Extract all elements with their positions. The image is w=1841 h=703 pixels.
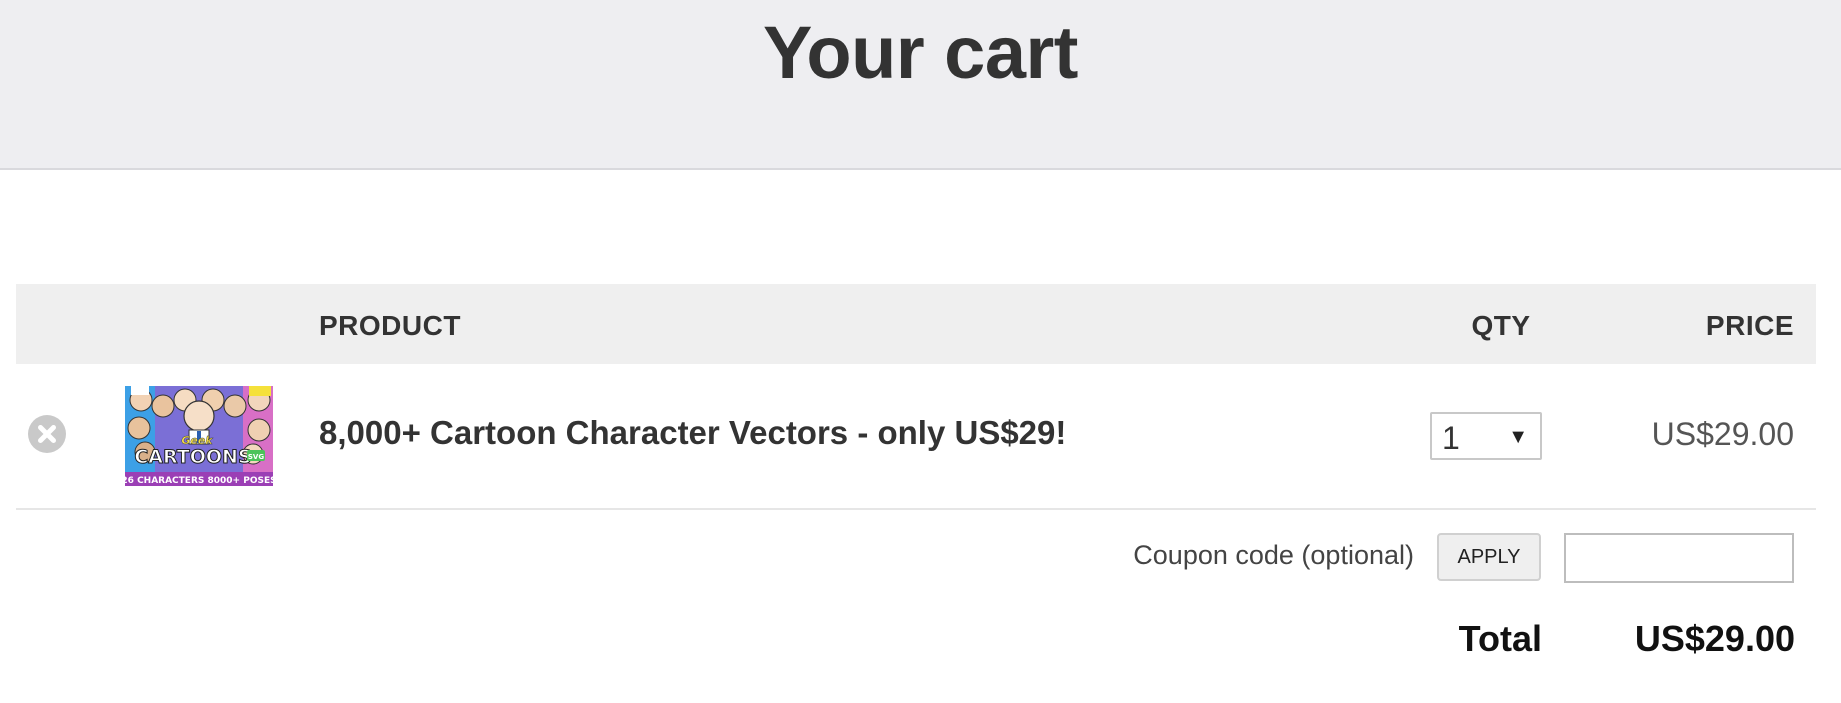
- qty-column-header: QTY: [1471, 310, 1531, 341]
- total-label: Total: [1458, 618, 1542, 659]
- thumbnail-badge-text: SVG: [248, 453, 264, 461]
- product-thumbnail-image: Geek CARTOONS SVG 26 CHARACTERS 8000+ PO…: [125, 386, 273, 486]
- remove-item-button[interactable]: [28, 415, 66, 453]
- page-header: Your cart: [0, 0, 1841, 170]
- product-thumbnail[interactable]: Geek CARTOONS SVG 26 CHARACTERS 8000+ PO…: [125, 386, 273, 486]
- product-name-link[interactable]: 8,000+ Cartoon Character Vectors - only …: [319, 414, 1066, 452]
- cart-table-header: PRODUCT QTY PRICE: [16, 284, 1816, 364]
- page-title: Your cart: [763, 11, 1078, 94]
- price-column-header: PRICE: [1705, 310, 1794, 341]
- thumbnail-title-text: CARTOONS: [134, 446, 251, 468]
- total-value: US$29.00: [1634, 618, 1795, 659]
- quantity-select[interactable]: 1 ▼: [1430, 412, 1542, 460]
- product-column-header: PRODUCT: [319, 310, 461, 341]
- item-price: US$29.00: [1651, 416, 1794, 452]
- cart-item-row: Geek CARTOONS SVG 26 CHARACTERS 8000+ PO…: [16, 364, 1816, 510]
- thumbnail-caption-text: 26 CHARACTERS 8000+ POSES: [125, 476, 273, 486]
- coupon-label: Coupon code (optional): [1133, 540, 1414, 570]
- quantity-value: 1: [1442, 420, 1460, 456]
- coupon-code-input[interactable]: [1564, 533, 1794, 583]
- dropdown-arrow-icon: ▼: [1508, 426, 1528, 448]
- apply-coupon-button[interactable]: APPLY: [1437, 533, 1541, 581]
- close-icon: [38, 425, 56, 443]
